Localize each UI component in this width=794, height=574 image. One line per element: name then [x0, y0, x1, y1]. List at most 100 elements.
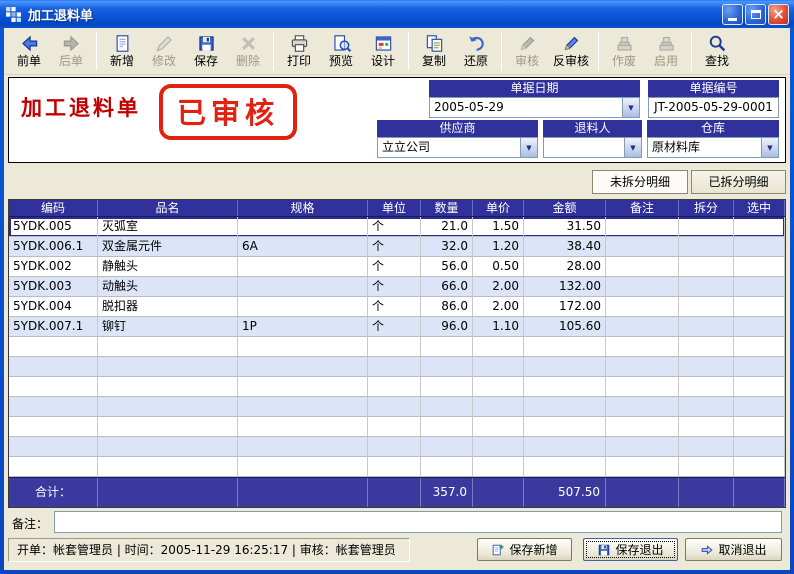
cell-price[interactable] [473, 337, 524, 357]
save-new-button[interactable]: 保存新增 [477, 538, 572, 561]
cell-split[interactable] [679, 237, 734, 257]
cell-spec[interactable] [238, 437, 368, 457]
cell-amount[interactable] [524, 437, 606, 457]
docno-field[interactable]: JT-2005-05-29-0001 [648, 97, 779, 118]
cell-name[interactable]: 静触头 [98, 257, 238, 277]
cell-spec[interactable] [238, 457, 368, 477]
warehouse-combo[interactable]: 原材料库 ▼ [647, 137, 779, 158]
cell-price[interactable] [473, 437, 524, 457]
cell-note[interactable] [606, 217, 679, 237]
warehouse-value[interactable]: 原材料库 [648, 138, 761, 157]
cell-note[interactable] [606, 457, 679, 477]
table-row[interactable]: 5YDK.002静触头个56.00.5028.00 [9, 257, 785, 277]
cell-selected[interactable] [734, 297, 785, 317]
cell-amount[interactable]: 172.00 [524, 297, 606, 317]
cell-unit[interactable] [368, 377, 421, 397]
cell-price[interactable] [473, 417, 524, 437]
cell-name[interactable]: 双金属元件 [98, 237, 238, 257]
table-row[interactable]: 5YDK.004脱扣器个86.02.00172.00 [9, 297, 785, 317]
cell-selected[interactable] [734, 437, 785, 457]
cell-amount[interactable] [524, 417, 606, 437]
cell-note[interactable] [606, 297, 679, 317]
cell-amount[interactable] [524, 397, 606, 417]
date-combo[interactable]: 2005-05-29 ▼ [429, 97, 640, 118]
cell-qty[interactable]: 21.0 [421, 217, 473, 237]
cell-name[interactable] [98, 417, 238, 437]
cell-qty[interactable] [421, 397, 473, 417]
table-row[interactable] [9, 397, 785, 417]
returner-combo[interactable]: ▼ [543, 137, 642, 158]
cell-qty[interactable]: 32.0 [421, 237, 473, 257]
cell-amount[interactable]: 132.00 [524, 277, 606, 297]
cell-note[interactable] [606, 337, 679, 357]
tab-unsplit-details[interactable]: 未拆分明细 [592, 170, 688, 194]
cell-amount[interactable] [524, 377, 606, 397]
cancel-exit-button[interactable]: 取消退出 [685, 538, 782, 561]
warehouse-dropdown-button[interactable]: ▼ [761, 138, 778, 157]
toolbar-preview-button[interactable]: 预览 [320, 30, 362, 73]
cell-unit[interactable] [368, 417, 421, 437]
cell-spec[interactable] [238, 397, 368, 417]
cell-spec[interactable] [238, 297, 368, 317]
table-row[interactable] [9, 457, 785, 477]
cell-amount[interactable]: 28.00 [524, 257, 606, 277]
cell-name[interactable]: 动触头 [98, 277, 238, 297]
cell-spec[interactable]: 1P [238, 317, 368, 337]
toolbar-find-button[interactable]: 查找 [696, 30, 738, 73]
cell-note[interactable] [606, 377, 679, 397]
cell-unit[interactable]: 个 [368, 217, 421, 237]
cell-qty[interactable] [421, 357, 473, 377]
cell-spec[interactable]: 6A [238, 237, 368, 257]
cell-code[interactable] [9, 377, 98, 397]
cell-price[interactable]: 1.20 [473, 237, 524, 257]
cell-amount[interactable]: 31.50 [524, 217, 606, 237]
toolbar-design-button[interactable]: 设计 [362, 30, 404, 73]
cell-note[interactable] [606, 357, 679, 377]
cell-code[interactable]: 5YDK.005 [9, 217, 98, 237]
cell-price[interactable]: 1.10 [473, 317, 524, 337]
note-input[interactable] [54, 511, 782, 533]
cell-unit[interactable] [368, 457, 421, 477]
cell-amount[interactable] [524, 357, 606, 377]
cell-split[interactable] [679, 217, 734, 237]
table-row[interactable]: 5YDK.003动触头个66.02.00132.00 [9, 277, 785, 297]
table-row[interactable] [9, 437, 785, 457]
cell-code[interactable] [9, 357, 98, 377]
cell-selected[interactable] [734, 217, 785, 237]
toolbar-copy-button[interactable]: 复制 [413, 30, 455, 73]
cell-split[interactable] [679, 377, 734, 397]
cell-name[interactable] [98, 397, 238, 417]
cell-selected[interactable] [734, 257, 785, 277]
cell-note[interactable] [606, 277, 679, 297]
cell-code[interactable]: 5YDK.007.1 [9, 317, 98, 337]
supplier-value[interactable]: 立立公司 [378, 138, 520, 157]
returner-value[interactable] [544, 138, 624, 157]
cell-name[interactable] [98, 377, 238, 397]
cell-split[interactable] [679, 437, 734, 457]
cell-code[interactable] [9, 437, 98, 457]
cell-spec[interactable] [238, 217, 368, 237]
cell-qty[interactable]: 66.0 [421, 277, 473, 297]
table-row[interactable] [9, 357, 785, 377]
cell-name[interactable] [98, 437, 238, 457]
toolbar-save-button[interactable]: 保存 [185, 30, 227, 73]
cell-qty[interactable]: 56.0 [421, 257, 473, 277]
cell-selected[interactable] [734, 337, 785, 357]
maximize-button[interactable] [745, 4, 766, 25]
cell-name[interactable]: 铆钉 [98, 317, 238, 337]
cell-unit[interactable] [368, 337, 421, 357]
cell-amount[interactable] [524, 337, 606, 357]
table-row[interactable] [9, 377, 785, 397]
cell-split[interactable] [679, 357, 734, 377]
cell-selected[interactable] [734, 277, 785, 297]
minimize-button[interactable] [722, 4, 743, 25]
cell-split[interactable] [679, 397, 734, 417]
cell-qty[interactable] [421, 337, 473, 357]
cell-amount[interactable]: 38.40 [524, 237, 606, 257]
cell-split[interactable] [679, 297, 734, 317]
cell-price[interactable] [473, 377, 524, 397]
cell-spec[interactable] [238, 357, 368, 377]
cell-code[interactable]: 5YDK.006.1 [9, 237, 98, 257]
cell-split[interactable] [679, 417, 734, 437]
tab-split-details[interactable]: 已拆分明细 [691, 170, 786, 194]
